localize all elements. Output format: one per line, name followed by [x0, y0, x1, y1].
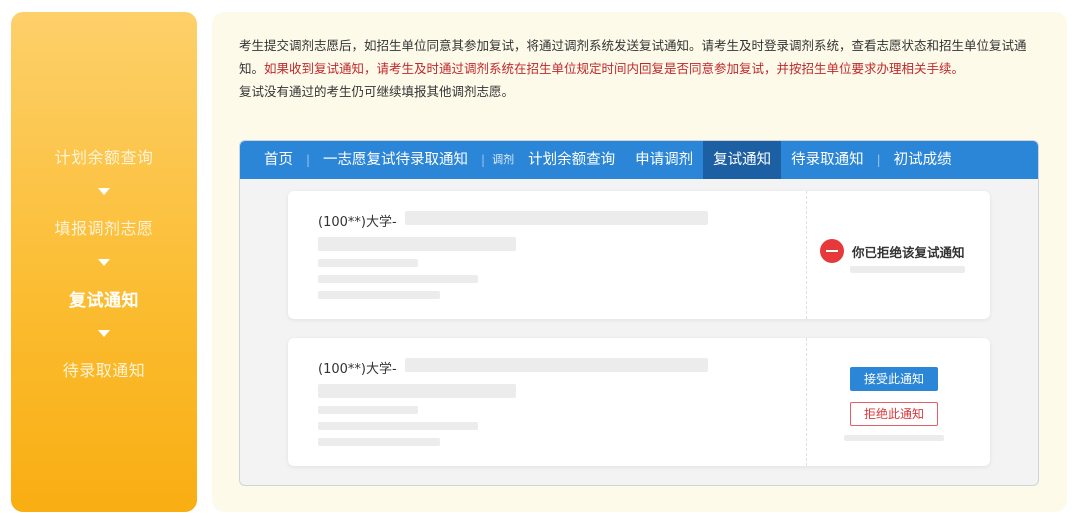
- redacted-bar: [318, 422, 478, 430]
- nav-home[interactable]: 首页: [254, 141, 303, 179]
- nav-initial-scores[interactable]: 初试成绩: [884, 141, 962, 179]
- nav-retest-notice[interactable]: 复试通知: [703, 141, 782, 179]
- intro-line3: 复试没有通过的考生仍可继续填报其他调剂志愿。: [239, 84, 515, 99]
- nav-separator: |: [481, 153, 486, 167]
- intro-text: 考生提交调剂志愿后，如招生单位同意其参加复试，将通过调剂系统发送复试通知。请考生…: [239, 34, 1044, 103]
- notice-card: (100**)大学- 接受此通知 拒绝此通知: [288, 338, 990, 466]
- nav-pending-admission[interactable]: 待录取通知: [781, 141, 874, 179]
- step-retest-notice: 复试通知: [69, 291, 139, 311]
- reject-notice-button[interactable]: 拒绝此通知: [850, 402, 938, 426]
- nav-separator: |: [876, 153, 881, 167]
- step-arrow-icon: [98, 259, 110, 266]
- step-fill-adjustment: 填报调剂志愿: [54, 219, 154, 238]
- redacted-bar: [318, 259, 418, 267]
- nav-apply-adjustment[interactable]: 申请调剂: [625, 141, 703, 179]
- redacted-bar: [405, 358, 708, 372]
- accept-notice-button[interactable]: 接受此通知: [850, 367, 938, 391]
- step-arrow-icon: [98, 330, 110, 337]
- minus-circle-icon: [820, 239, 844, 263]
- nav-plan-balance[interactable]: 计划余额查询: [518, 141, 625, 179]
- status-text: 你已拒绝该复试通知: [852, 244, 965, 260]
- redacted-bar: [318, 275, 478, 283]
- step-plan-balance: 计划余额查询: [54, 148, 154, 167]
- redacted-bar: [318, 438, 440, 446]
- content-panel: 考生提交调剂志愿后，如招生单位同意其参加复试，将通过调剂系统发送复试通知。请考生…: [212, 12, 1067, 512]
- rejected-status: 你已拒绝该复试通知: [820, 239, 965, 263]
- university-name: (100**)大学-: [318, 215, 397, 230]
- redacted-bar: [318, 384, 516, 398]
- step-arrow-icon: [98, 188, 110, 195]
- card-divider: [806, 338, 807, 466]
- redacted-bar: [318, 291, 440, 299]
- nav-separator: |: [306, 153, 311, 167]
- notice-card: (100**)大学- 你已拒绝该复试通知: [288, 191, 990, 319]
- redacted-bar: [844, 435, 944, 441]
- card-divider: [806, 191, 807, 319]
- redacted-bar: [318, 237, 516, 251]
- university-name: (100**)大学-: [318, 362, 397, 377]
- redacted-bar: [318, 406, 418, 414]
- nav-adjustment-label: 调剂: [492, 153, 515, 166]
- step-pending-admission: 待录取通知: [62, 361, 146, 380]
- nav-first-choice-notice[interactable]: 一志愿复试待录取通知: [313, 141, 478, 179]
- redacted-bar: [405, 211, 708, 225]
- intro-warning: 如果收到复试通知，请考生及时通过调剂系统在招生单位规定时间内回复是否同意参加复试…: [264, 61, 965, 76]
- system-window: 首页 | 一志愿复试待录取通知 | 调剂 计划余额查询 申请调剂 复试通知 待录…: [239, 140, 1039, 486]
- step-panel: 计划余额查询 填报调剂志愿 复试通知 待录取通知: [11, 12, 197, 512]
- redacted-bar: [850, 266, 965, 273]
- nav-bar: 首页 | 一志愿复试待录取通知 | 调剂 计划余额查询 申请调剂 复试通知 待录…: [240, 141, 1038, 179]
